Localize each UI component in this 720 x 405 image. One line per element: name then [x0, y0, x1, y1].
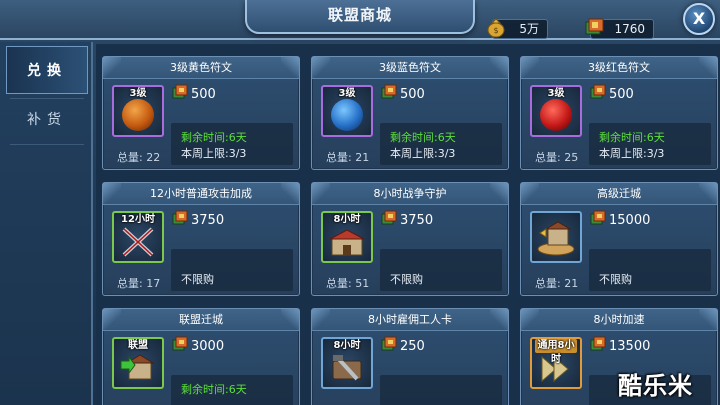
window-title: 联盟商城: [245, 0, 475, 34]
crossed-swords-icon: [122, 227, 154, 257]
item-icon-box: 3级: [530, 85, 582, 137]
alliance-token-icon: [590, 210, 606, 225]
item-purchase-limit: 不限购: [599, 273, 632, 286]
item-duration-label: 8小时: [333, 214, 361, 225]
item-total: 总量: 21: [326, 151, 370, 164]
item-type-label: 联盟: [128, 340, 148, 351]
shop-item-yellow-rune[interactable]: 3级黄色符文 3级 总量: 22 500 剩余时间:6天 本周上限:3/3: [102, 56, 300, 170]
game-shop-window: 联盟商城 $ 5万 1760 X 兑换 补货 3级黄色符文 3级 总量: 22 …: [0, 0, 720, 405]
alliance-token-icon: [590, 84, 606, 99]
relocate-city-icon: [537, 221, 575, 256]
svg-text:$: $: [493, 26, 498, 35]
item-price: 500: [400, 87, 425, 102]
gold-amount: 5万: [519, 22, 539, 36]
item-total: 总量: 17: [117, 277, 161, 290]
tab-exchange[interactable]: 兑换: [6, 46, 88, 94]
item-purchase-limit: 不限购: [390, 273, 423, 286]
item-title: 3级黄色符文: [103, 57, 299, 79]
blue-rune-icon: [331, 99, 363, 131]
item-icon-box: 8小时: [321, 211, 373, 263]
item-price: 3750: [400, 213, 434, 228]
yellow-rune-icon: [122, 99, 154, 131]
item-remaining-time: 剩余时间:6天: [181, 383, 247, 396]
item-title: 12小时普通攻击加成: [103, 183, 299, 205]
shop-item-red-rune[interactable]: 3级红色符文 3级 总量: 25 500 剩余时间:6天 本周上限:3/3: [520, 56, 718, 170]
item-price: 500: [609, 87, 634, 102]
item-level-label: 3级: [547, 88, 565, 99]
item-title: 高级迁城: [521, 183, 717, 205]
watermark-logo: 酷乐米: [618, 372, 693, 400]
item-total: 总量: 21: [535, 277, 579, 290]
item-price: 500: [191, 87, 216, 102]
item-duration-label: 12小时: [121, 214, 155, 225]
top-bar: 联盟商城 $ 5万 1760 X: [0, 0, 720, 40]
shop-item-advanced-relocate[interactable]: 高级迁城 总量: 21 15000 不限购: [520, 182, 718, 296]
item-title: 8小时加速: [521, 309, 717, 331]
close-button[interactable]: X: [683, 3, 715, 35]
item-price: 3750: [191, 213, 225, 228]
item-icon-box: 3级: [321, 85, 373, 137]
red-rune-icon: [540, 99, 572, 131]
shop-item-worker-card[interactable]: 8小时雇佣工人卡 8小时 250: [311, 308, 509, 405]
item-icon-box: 联盟: [112, 337, 164, 389]
currency-gold: $ 5万: [487, 18, 548, 39]
item-duration-label: 通用8小时: [535, 339, 577, 365]
close-icon: X: [692, 9, 706, 28]
shop-item-war-guard[interactable]: 8小时战争守护 8小时 总量: 51 3750 不限购: [311, 182, 509, 296]
shop-item-alliance-relocate[interactable]: 联盟迁城 联盟 3000 剩余时间:6天: [102, 308, 300, 405]
currency-alliance: 1760: [585, 18, 654, 39]
item-icon-box: 通用8小时: [530, 337, 582, 389]
item-price: 15000: [609, 213, 651, 228]
item-remaining-time: 剩余时间:6天: [599, 131, 665, 144]
shop-item-attack-boost[interactable]: 12小时普通攻击加成 12小时 总量: 17 3750 不限购: [102, 182, 300, 296]
item-weekly-limit: 本周上限:3/3: [181, 147, 247, 160]
item-price: 250: [400, 339, 425, 354]
item-icon-box: 3级: [112, 85, 164, 137]
item-level-label: 3级: [338, 88, 356, 99]
worker-card-icon: [332, 355, 362, 381]
tab-restock[interactable]: 补货: [6, 96, 88, 144]
fortress-shield-icon: [329, 229, 365, 256]
item-remaining-time: 剩余时间:6天: [390, 131, 456, 144]
item-title: 联盟迁城: [103, 309, 299, 331]
alliance-token-icon: [381, 84, 397, 99]
alliance-relocate-icon: [120, 354, 155, 380]
alliance-token-icon: [172, 84, 188, 99]
item-total: 总量: 22: [117, 151, 161, 164]
alliance-token-icon: [172, 336, 188, 351]
item-title: 3级蓝色符文: [312, 57, 508, 79]
item-purchase-limit: 不限购: [181, 273, 214, 286]
item-remaining-time: 剩余时间:6天: [181, 131, 247, 144]
item-icon-box: 12小时: [112, 211, 164, 263]
alliance-token-icon: [590, 336, 606, 351]
alliance-token-icon: [585, 18, 604, 35]
item-duration-label: 8小时: [333, 340, 361, 351]
shop-item-blue-rune[interactable]: 3级蓝色符文 3级 总量: 21 500 剩余时间:6天 本周上限:3/3: [311, 56, 509, 170]
item-price: 3000: [191, 339, 225, 354]
item-weekly-limit: 本周上限:3/3: [599, 147, 665, 160]
item-level-label: 3级: [129, 88, 147, 99]
item-total: 总量: 25: [535, 151, 579, 164]
item-info-box: [380, 375, 502, 405]
item-icon-box: 8小时: [321, 337, 373, 389]
item-title: 8小时战争守护: [312, 183, 508, 205]
side-tabs: 兑换 补货: [0, 42, 93, 405]
alliance-token-icon: [381, 336, 397, 351]
tab-divider: [10, 144, 84, 145]
item-total: 总量: 51: [326, 277, 370, 290]
item-grid: 3级黄色符文 3级 总量: 22 500 剩余时间:6天 本周上限:3/3 3级…: [96, 44, 720, 405]
money-bag-icon: $: [487, 18, 505, 38]
item-title: 3级红色符文: [521, 57, 717, 79]
item-weekly-limit: 本周上限:3/3: [390, 147, 456, 160]
item-title: 8小时雇佣工人卡: [312, 309, 508, 331]
alliance-amount: 1760: [614, 22, 645, 36]
item-price: 13500: [609, 339, 651, 354]
alliance-token-icon: [172, 210, 188, 225]
item-icon-box: [530, 211, 582, 263]
alliance-token-icon: [381, 210, 397, 225]
